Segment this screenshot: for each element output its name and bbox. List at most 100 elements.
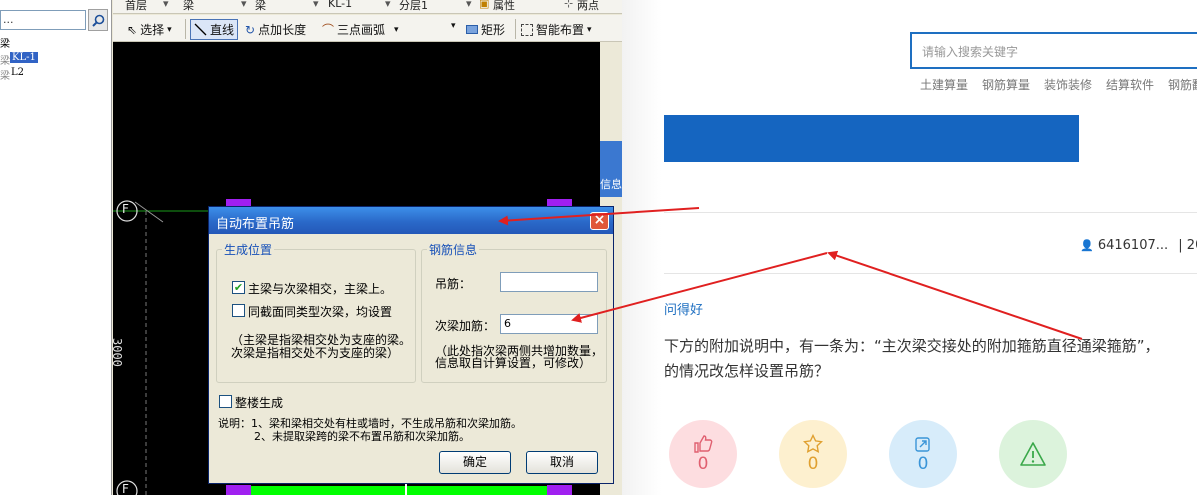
category-link[interactable]: 钢筋翻 bbox=[1168, 76, 1197, 93]
position-group-label: 生成位置 bbox=[222, 241, 275, 258]
category-link[interactable]: 结算软件 bbox=[1106, 76, 1154, 93]
cancel-button[interactable]: 取消 bbox=[526, 451, 598, 474]
rebar-note: 信息取自计算设置，可修改） bbox=[435, 356, 592, 370]
tree-item-l2[interactable]: L2 bbox=[11, 67, 24, 78]
line-icon bbox=[194, 23, 207, 36]
secondary-beam-label: 次梁加筋： bbox=[435, 319, 496, 333]
same-section-checkbox[interactable] bbox=[232, 304, 245, 317]
rectangle-button[interactable]: 矩形 bbox=[466, 21, 505, 38]
axis-label-f: F bbox=[122, 482, 129, 495]
line-button[interactable]: 直线 bbox=[190, 19, 239, 40]
share-button[interactable]: 0 bbox=[889, 420, 957, 488]
secondary-beam-input[interactable]: 6 bbox=[500, 314, 598, 334]
ok-button[interactable]: 确定 bbox=[439, 451, 511, 474]
arc-label: 三点画弧 bbox=[337, 23, 386, 37]
tree-item-kl1[interactable]: KL-1 bbox=[10, 52, 38, 63]
axis-label-f: F bbox=[122, 202, 129, 216]
divider bbox=[664, 212, 1197, 213]
tree-item-prefix: 梁 bbox=[0, 56, 10, 67]
rectangle-icon bbox=[466, 25, 478, 34]
smart-layout-icon bbox=[521, 23, 533, 36]
question-tag[interactable]: 问得好 bbox=[664, 299, 703, 318]
description-line: 2、未提取梁跨的梁不布置吊筋和次梁加筋。 bbox=[254, 430, 470, 443]
two-point-icon: ⊹ bbox=[564, 0, 574, 10]
category-link[interactable]: 钢筋算量 bbox=[982, 76, 1030, 93]
smart-layout-button[interactable]: 智能布置 ▾ bbox=[521, 21, 592, 38]
chevron-down-icon[interactable]: ▾ bbox=[241, 0, 247, 10]
grid-axis-line bbox=[134, 201, 164, 223]
cursor-icon: ⇖ bbox=[127, 22, 138, 37]
main-beam-checkbox[interactable]: ✔ bbox=[232, 281, 245, 294]
two-point-button[interactable]: 两点 bbox=[577, 0, 599, 13]
chevron-down-icon: ▾ bbox=[394, 24, 399, 35]
floor-select[interactable]: 首层 bbox=[125, 0, 147, 13]
chevron-down-icon[interactable]: ▾ bbox=[163, 0, 169, 10]
component-select[interactable]: KL-1 bbox=[328, 0, 352, 10]
select-label: 选择 bbox=[140, 23, 165, 37]
whole-floor-checkbox[interactable] bbox=[219, 395, 232, 408]
layer-select[interactable]: 分层1 bbox=[399, 0, 428, 13]
three-point-arc-button[interactable]: ⌒ 三点画弧 ▾ bbox=[322, 21, 399, 38]
banner bbox=[664, 115, 1079, 162]
rectangle-label: 矩形 bbox=[481, 23, 506, 37]
warning-icon bbox=[1020, 442, 1046, 466]
divider bbox=[664, 273, 1197, 274]
column-marker bbox=[547, 485, 572, 495]
chevron-down-icon[interactable]: ▾ bbox=[451, 21, 456, 31]
point-length-button[interactable]: ↻ 点加长度 bbox=[245, 21, 306, 38]
draw-toolbar: ⇖ 选择 ▾ 直线 ↻ 点加长度 ⌒ 三点画弧 ▾ ▾ 矩形 智能布置 ▾ bbox=[113, 15, 622, 42]
question-body-line: 下方的附加说明中，有一条为：“主次梁交接处的附加箍筋直径通梁箍筋”， bbox=[664, 337, 1160, 355]
line-label: 直线 bbox=[210, 23, 235, 37]
chevron-down-icon: ▾ bbox=[167, 24, 172, 35]
author-info: 👤 6416107... | 20 bbox=[1080, 238, 1197, 253]
like-count: 0 bbox=[697, 454, 709, 474]
thumbs-up-icon bbox=[694, 435, 713, 453]
rebar-group-label: 钢筋信息 bbox=[427, 241, 480, 258]
auto-hanger-dialog: 自动布置吊筋 × 生成位置 ✔ 主梁与次梁相交，主梁上。 同截面同类型次梁，均设… bbox=[208, 206, 614, 484]
type-select[interactable]: 梁 bbox=[183, 0, 194, 13]
post-date: | 20 bbox=[1178, 238, 1197, 253]
question-body-line: 的情况改怎样设置吊筋？ bbox=[664, 362, 830, 380]
property-icon: ▣ bbox=[479, 0, 490, 10]
same-section-option-label: 同截面同类型次梁，均设置 bbox=[248, 305, 393, 319]
toolbar-divider bbox=[185, 19, 186, 39]
component-tree-panel: ... 梁 梁 KL-1 梁 L2 bbox=[0, 0, 112, 495]
smart-layout-label: 智能布置 bbox=[536, 23, 585, 37]
tree-item-prefix: 梁 bbox=[0, 71, 10, 82]
site-search-input[interactable]: 请输入搜索关键字 bbox=[910, 32, 1197, 69]
tree-search-input[interactable]: ... bbox=[0, 10, 86, 30]
category-link[interactable]: 装饰装修 bbox=[1044, 76, 1092, 93]
hanger-input[interactable] bbox=[500, 272, 598, 292]
toolbar-divider bbox=[515, 19, 516, 39]
beam-segment[interactable] bbox=[251, 486, 547, 495]
position-note: 次梁是指相交处不为支座的梁） bbox=[231, 346, 400, 360]
share-count: 0 bbox=[917, 454, 929, 474]
chevron-down-icon: ▾ bbox=[587, 24, 592, 35]
dialog-title: 自动布置吊筋 bbox=[209, 207, 613, 234]
search-icon[interactable] bbox=[88, 9, 108, 31]
window-edge bbox=[622, 0, 662, 495]
favorite-count: 0 bbox=[807, 454, 819, 474]
author-name[interactable]: 6416107... bbox=[1098, 238, 1168, 253]
like-button[interactable]: 0 bbox=[669, 420, 737, 488]
panel-tab-label: 信息 bbox=[600, 178, 622, 191]
column-marker bbox=[226, 485, 251, 495]
user-icon: 👤 bbox=[1080, 239, 1094, 252]
chevron-down-icon[interactable]: ▾ bbox=[466, 0, 472, 10]
favorite-button[interactable]: 0 bbox=[779, 420, 847, 488]
close-icon[interactable]: × bbox=[590, 212, 609, 230]
chevron-down-icon[interactable]: ▾ bbox=[313, 0, 319, 10]
property-button[interactable]: 属性 bbox=[493, 0, 515, 13]
point-length-label: 点加长度 bbox=[258, 23, 307, 37]
select-button[interactable]: ⇖ 选择 ▾ bbox=[127, 21, 172, 38]
whole-floor-label: 整楼生成 bbox=[235, 396, 284, 410]
main-beam-option-label: 主梁与次梁相交，主梁上。 bbox=[248, 282, 393, 296]
category-link[interactable]: 土建算量 bbox=[920, 76, 968, 93]
chevron-down-icon[interactable]: ▾ bbox=[385, 0, 391, 10]
star-icon bbox=[803, 434, 823, 453]
point-length-icon: ↻ bbox=[245, 22, 256, 37]
hanger-label: 吊筋： bbox=[435, 277, 472, 291]
subtype-select[interactable]: 梁 bbox=[255, 0, 266, 13]
tree-item-beam[interactable]: 梁 bbox=[0, 35, 10, 50]
report-button[interactable] bbox=[999, 420, 1067, 488]
